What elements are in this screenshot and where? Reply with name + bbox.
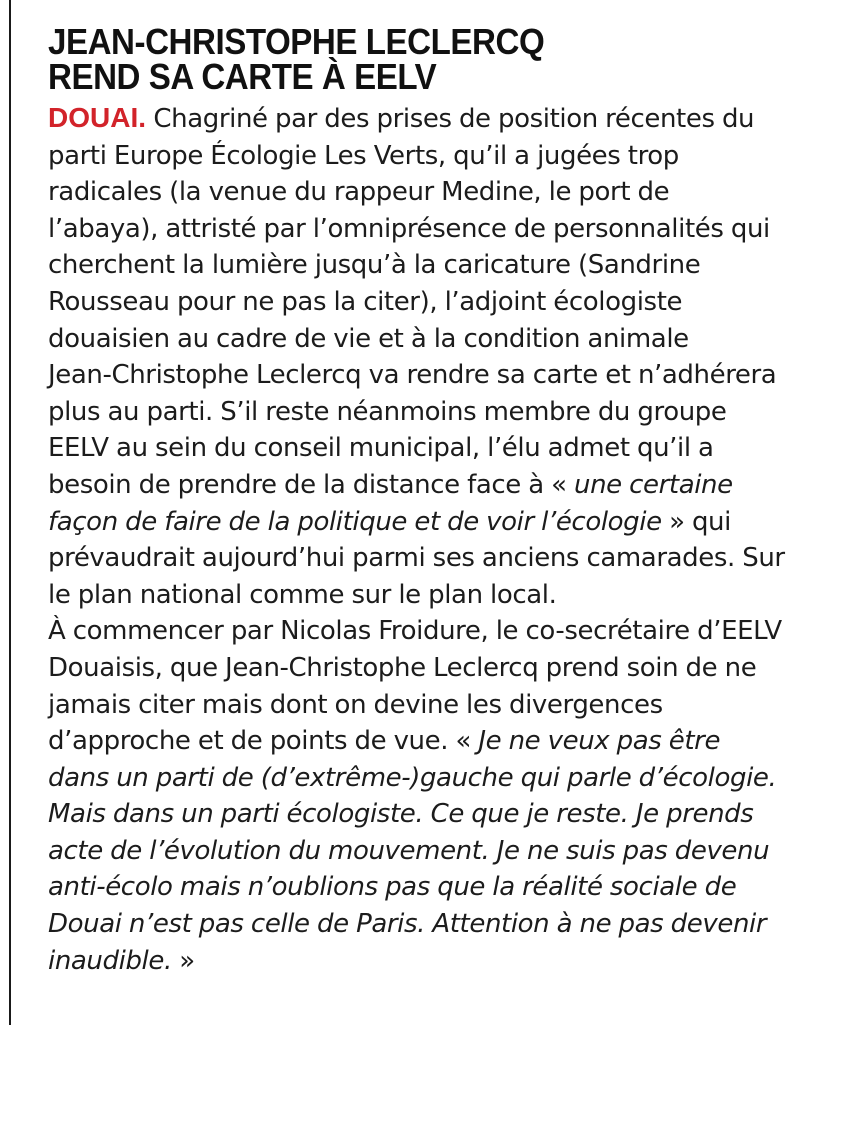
body-text-span: » qui — [661, 506, 731, 537]
quote-line: anti-écolo mais n’oublions pas que la ré… — [48, 872, 737, 903]
quote-text: inaudible. — [48, 945, 172, 976]
headline-line-1: JEAN-CHRISTOPHE LECLERCQ — [48, 21, 545, 62]
body-line: façon de faire de la politique et de voi… — [48, 504, 828, 541]
body-line: DOUAI. Chagriné par des prises de positi… — [48, 100, 828, 138]
body-line: EELV au sein du conseil municipal, l’élu… — [48, 433, 714, 464]
body-line: parti Europe Écologie Les Verts, qu’il a… — [48, 140, 679, 171]
body-line: À commencer par Nicolas Froidure, le co-… — [48, 616, 782, 647]
quote-text: Je ne veux pas être — [478, 726, 721, 757]
news-article: JEAN-CHRISTOPHE LECLERCQ REND SA CARTE À… — [48, 24, 828, 979]
quote-text: façon de faire de la politique et de voi… — [48, 506, 662, 537]
paragraph-1: DOUAI. Chagriné par des prises de positi… — [48, 100, 828, 613]
body-line: radicales (la venue du rappeur Medine, l… — [48, 177, 670, 208]
body-text-span: » — [171, 945, 195, 976]
article-body: DOUAI. Chagriné par des prises de positi… — [48, 100, 828, 979]
body-line: jamais citer mais dont on devine les div… — [48, 689, 663, 720]
body-line: inaudible. » — [48, 943, 828, 980]
article-headline: JEAN-CHRISTOPHE LECLERCQ REND SA CARTE À… — [48, 21, 766, 97]
body-line: Jean-Christophe Leclercq va rendre sa ca… — [48, 360, 777, 391]
body-line: cherchent la lumière jusqu’à la caricatu… — [48, 250, 701, 281]
quote-line: Mais dans un parti écologiste. Ce que je… — [48, 799, 754, 830]
body-line: Rousseau pour ne pas la citer), l’adjoin… — [48, 286, 683, 317]
quote-line: dans un parti de (d’extrême-)gauche qui … — [48, 762, 777, 793]
body-text-span: d’approche et de points de vue. « — [48, 726, 479, 757]
column-rule — [9, 0, 11, 1025]
body-line: d’approche et de points de vue. « Je ne … — [48, 723, 828, 760]
body-line: prévaudrait aujourd’hui parmi ses ancien… — [48, 543, 785, 574]
quote-line: acte de l’évolution du mouvement. Je ne … — [48, 835, 770, 866]
headline-line-2: REND SA CARTE À EELV — [48, 56, 437, 97]
body-line: besoin de prendre de la distance face à … — [48, 467, 828, 504]
dateline: DOUAI. — [48, 102, 146, 133]
body-text-span: besoin de prendre de la distance face à … — [48, 469, 574, 500]
body-line: Douaisis, que Jean-Christophe Leclercq p… — [48, 652, 757, 683]
quote-line: Douai n’est pas celle de Paris. Attentio… — [48, 909, 767, 940]
body-line: plus au parti. S’il reste néanmoins memb… — [48, 396, 727, 427]
paragraph-2: À commencer par Nicolas Froidure, le co-… — [48, 613, 828, 979]
body-line: le plan national comme sur le plan local… — [48, 579, 557, 610]
quote-text: une certaine — [574, 469, 733, 500]
body-line: douaisien au cadre de vie et à la condit… — [48, 323, 689, 354]
body-text-span: Chagriné par des prises de position réce… — [146, 104, 755, 134]
body-line: l’abaya), attristé par l’omniprésence de… — [48, 213, 770, 244]
